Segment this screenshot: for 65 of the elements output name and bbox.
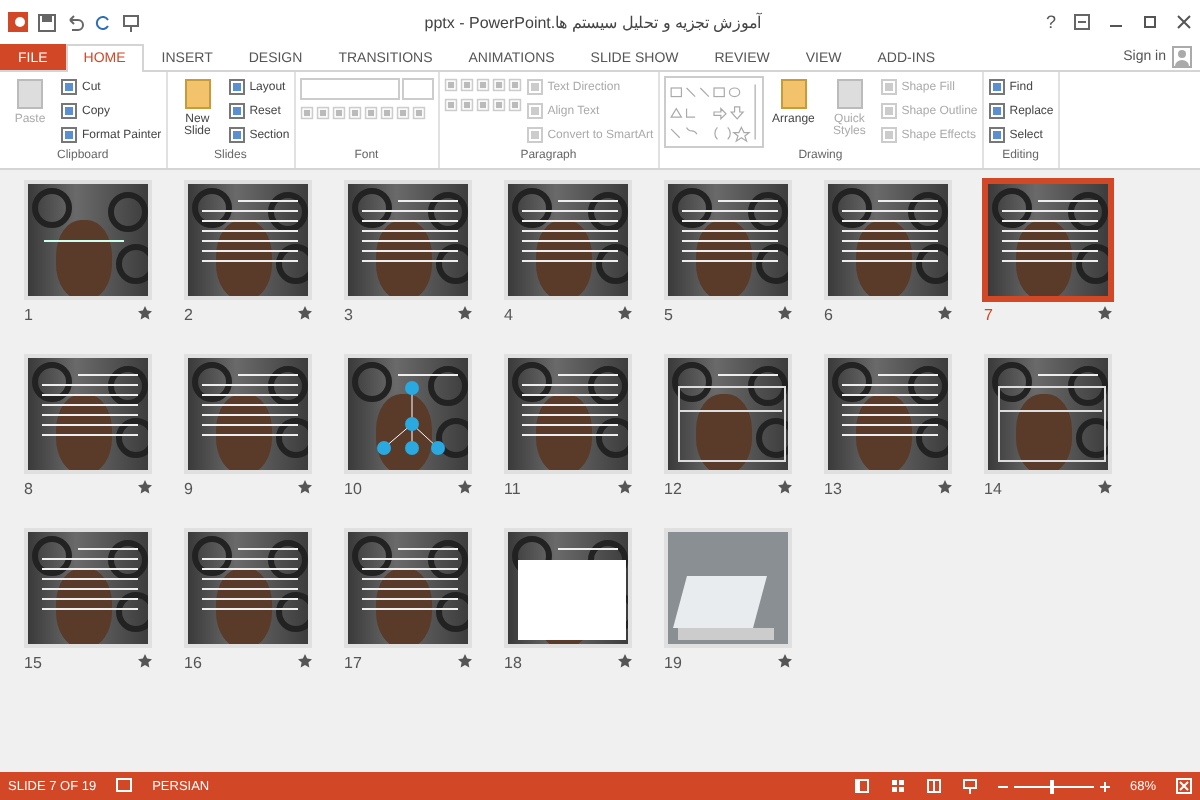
slide-number: 14 — [984, 480, 1002, 498]
close-icon[interactable] — [1176, 14, 1192, 30]
star-icon — [778, 480, 792, 494]
fit-to-window-icon[interactable] — [1176, 778, 1192, 794]
zoom-in-icon[interactable] — [1099, 781, 1110, 791]
star-icon — [1098, 306, 1112, 320]
slide-number: 17 — [344, 654, 362, 672]
slide-number: 13 — [824, 480, 842, 498]
star-icon — [298, 306, 312, 320]
slide-number: 4 — [504, 306, 513, 324]
star-icon — [1098, 480, 1112, 494]
font-name-field[interactable] — [299, 78, 400, 100]
font-size-field[interactable] — [401, 78, 434, 100]
star-icon — [938, 480, 952, 494]
star-icon — [458, 306, 472, 320]
star-icon — [458, 654, 472, 668]
zoom-slider-thumb[interactable] — [1049, 779, 1054, 793]
presentation-icon[interactable] — [122, 13, 140, 31]
slide-number: 6 — [824, 306, 833, 324]
undo-icon[interactable] — [66, 13, 84, 31]
slide-number: 10 — [344, 480, 362, 498]
slide-number: 7 — [984, 306, 993, 324]
tool-icon — [831, 76, 868, 112]
redo-icon[interactable] — [94, 13, 112, 31]
star-icon — [138, 654, 152, 668]
normal-view-icon[interactable] — [853, 778, 870, 794]
slide-sorter-icon[interactable] — [889, 778, 906, 794]
slide-number: 12 — [664, 480, 682, 498]
maximize-icon[interactable] — [1142, 14, 1158, 30]
slide-number: 16 — [184, 654, 202, 672]
slide-number: 11 — [504, 480, 521, 498]
slide-number: 15 — [24, 654, 42, 672]
notes-icon[interactable] — [116, 778, 133, 794]
star-icon — [298, 654, 312, 668]
star-icon — [778, 306, 792, 320]
window-title: آموزش تجزیه و تحلیل سیستم ها.pptx - PowerPoint — [422, 13, 764, 31]
star-icon — [138, 480, 152, 494]
star-icon — [298, 480, 312, 494]
star-icon — [138, 306, 152, 320]
star-icon — [618, 480, 632, 494]
slide-number: 9 — [184, 480, 193, 498]
ribbon-display-icon[interactable] — [1074, 14, 1090, 30]
slide-number: 18 — [504, 654, 522, 672]
reading-view-icon[interactable] — [925, 778, 942, 794]
avatar-icon — [1172, 46, 1192, 68]
star-icon — [458, 480, 472, 494]
tool-icon — [179, 76, 216, 112]
slide-number: 8 — [24, 480, 33, 498]
zoom-out-icon[interactable] — [997, 781, 1008, 791]
slide-number: 5 — [664, 306, 673, 324]
tool-icon — [12, 76, 48, 112]
slide-number: 19 — [664, 654, 682, 672]
slideshow-icon[interactable] — [961, 778, 978, 794]
slide-number: 3 — [344, 306, 353, 324]
star-icon — [938, 306, 952, 320]
app-logo-icon — [8, 12, 28, 32]
slide-number: 2 — [184, 306, 193, 324]
tool-icon — [775, 76, 812, 112]
help-button[interactable]: ? — [1045, 12, 1056, 32]
star-icon — [618, 654, 632, 668]
star-icon — [618, 306, 632, 320]
star-icon — [778, 654, 792, 668]
save-icon[interactable] — [38, 13, 56, 31]
slide-thumbnail[interactable] — [984, 180, 1112, 300]
slide-number: 1 — [24, 306, 33, 324]
